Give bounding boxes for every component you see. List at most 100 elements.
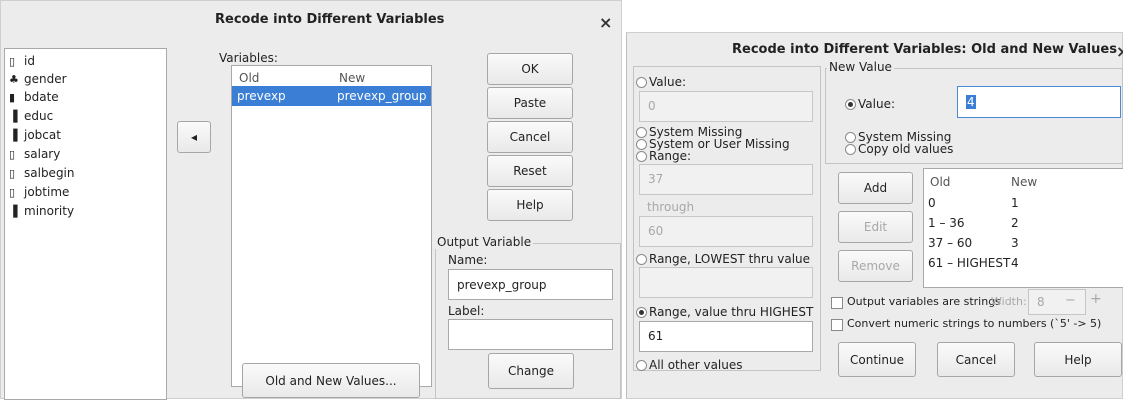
nominal-icon: ♣ bbox=[9, 73, 19, 86]
source-variable-label: bdate bbox=[24, 90, 59, 104]
source-variable-label: minority bbox=[24, 204, 75, 218]
col-new-header: New bbox=[339, 71, 366, 85]
name-input[interactable]: prevexp_group bbox=[448, 269, 613, 300]
left-arrow-icon: ◂ bbox=[190, 130, 198, 144]
range-lowest-label: Range, LOWEST thru value bbox=[649, 252, 811, 266]
scale-icon: ▯ bbox=[9, 55, 16, 68]
source-variable-item[interactable]: ▯ salary bbox=[9, 147, 60, 161]
old-value-input[interactable]: 0 bbox=[639, 91, 813, 122]
name-label: Name: bbox=[448, 253, 488, 267]
old-range-radio[interactable] bbox=[636, 151, 647, 162]
continue-button[interactable]: Continue bbox=[838, 342, 916, 377]
old-and-new-values-button[interactable]: Old and New Values... bbox=[242, 363, 420, 398]
scale-icon: ▯ bbox=[9, 148, 16, 161]
label-label: Label: bbox=[448, 304, 485, 318]
scale-icon: ▯ bbox=[9, 186, 16, 199]
table-row-new[interactable]: 4 bbox=[1011, 256, 1019, 270]
col-old-header: Old bbox=[239, 71, 260, 85]
remove-button[interactable]: Remove bbox=[838, 250, 913, 282]
range-lowest-radio[interactable] bbox=[636, 254, 647, 265]
variables-table[interactable] bbox=[231, 65, 432, 387]
source-variable-item[interactable]: ▐ minority bbox=[9, 204, 74, 218]
range-lowest-input[interactable] bbox=[639, 267, 813, 298]
dialog2-title: Recode into Different Variables: Old and… bbox=[732, 42, 1117, 57]
source-variable-label: gender bbox=[24, 72, 67, 86]
output-strings-checkbox[interactable] bbox=[831, 297, 843, 309]
scale-icon: ▯ bbox=[9, 167, 16, 180]
close-icon[interactable]: × bbox=[599, 13, 612, 32]
source-variable-label: educ bbox=[24, 109, 54, 123]
new-value-text: 4 bbox=[966, 95, 976, 109]
through-label: through bbox=[647, 200, 695, 214]
source-variable-item[interactable]: ♣ gender bbox=[9, 72, 67, 86]
new-value-input[interactable]: 4 bbox=[957, 86, 1121, 118]
width-increment-button[interactable]: + bbox=[1090, 291, 1102, 307]
width-label: Width: bbox=[991, 295, 1027, 308]
ordinal-icon: ▐ bbox=[9, 129, 18, 142]
source-variable-label: jobcat bbox=[24, 128, 61, 142]
ordinal-icon: ▐ bbox=[9, 110, 18, 123]
paste-button[interactable]: Paste bbox=[487, 87, 573, 119]
table-row-old[interactable]: 0 bbox=[928, 196, 936, 210]
cancel-button[interactable]: Cancel bbox=[937, 342, 1015, 377]
convert-numeric-checkbox[interactable] bbox=[831, 319, 843, 331]
width-input[interactable]: 8 bbox=[1028, 289, 1086, 315]
output-variable-label: Output Variable bbox=[435, 235, 534, 249]
help-button[interactable]: Help bbox=[487, 189, 573, 221]
old-new-values-dialog: Recode into Different Variables: Old and… bbox=[626, 32, 1123, 399]
label-input[interactable] bbox=[448, 319, 613, 350]
table-row-old[interactable]: 1 – 36 bbox=[928, 216, 965, 230]
old-system-missing-radio[interactable] bbox=[636, 127, 647, 138]
copy-old-values-label: Copy old values bbox=[858, 142, 954, 156]
new-value-radio[interactable] bbox=[845, 99, 856, 110]
source-variable-item[interactable]: ▯ id bbox=[9, 54, 35, 68]
row-old-value: prevexp bbox=[237, 89, 286, 103]
width-decrement-button[interactable]: − bbox=[1065, 293, 1076, 308]
output-strings-label: Output variables are strings bbox=[847, 295, 1001, 308]
ordinal-icon: ▐ bbox=[9, 205, 18, 218]
copy-old-values-radio[interactable] bbox=[845, 144, 856, 155]
add-button[interactable]: Add bbox=[838, 172, 913, 204]
edit-button[interactable]: Edit bbox=[838, 211, 913, 243]
table-row-old[interactable]: 37 – 60 bbox=[928, 236, 972, 250]
table-col-old: Old bbox=[930, 175, 951, 189]
table-row-new[interactable]: 2 bbox=[1011, 216, 1019, 230]
range-highest-input[interactable]: 61 bbox=[639, 321, 813, 352]
table-row-new[interactable]: 3 bbox=[1011, 236, 1019, 250]
table-row-new[interactable]: 1 bbox=[1011, 196, 1019, 210]
range-highest-radio[interactable] bbox=[636, 307, 647, 318]
source-variable-label: jobtime bbox=[24, 185, 70, 199]
range-to-input[interactable]: 60 bbox=[639, 216, 813, 247]
change-button[interactable]: Change bbox=[488, 353, 574, 389]
close-icon[interactable]: × bbox=[1116, 42, 1123, 61]
source-variable-item[interactable]: ▐ jobcat bbox=[9, 128, 61, 142]
new-system-missing-radio[interactable] bbox=[845, 132, 856, 143]
new-value-radio-label: Value: bbox=[858, 97, 895, 111]
old-value-radio-label: Value: bbox=[649, 75, 686, 89]
source-variable-item[interactable]: ▯ salbegin bbox=[9, 166, 75, 180]
recode-dialog: Recode into Different Variables × Variab… bbox=[0, 0, 622, 400]
cancel-button[interactable]: Cancel bbox=[487, 121, 573, 153]
source-variable-item[interactable]: ▐ educ bbox=[9, 109, 53, 123]
source-variable-label: id bbox=[24, 54, 35, 68]
table-col-new: New bbox=[1011, 175, 1038, 189]
source-variable-item[interactable]: ▮ bdate bbox=[9, 90, 59, 104]
source-variable-label: salbegin bbox=[24, 166, 75, 180]
table-row-old[interactable]: 61 – HIGHEST bbox=[928, 256, 1010, 270]
old-system-user-missing-radio[interactable] bbox=[636, 139, 647, 150]
reset-button[interactable]: Reset bbox=[487, 155, 573, 187]
source-variable-label: salary bbox=[24, 147, 61, 161]
move-arrow-button[interactable]: ◂ bbox=[177, 121, 211, 153]
all-other-values-label: All other values bbox=[649, 358, 743, 372]
range-from-input[interactable]: 37 bbox=[639, 164, 813, 195]
date-icon: ▮ bbox=[9, 91, 16, 104]
source-variable-item[interactable]: ▯ jobtime bbox=[9, 185, 69, 199]
all-other-values-radio[interactable] bbox=[636, 360, 647, 371]
row-new-value: prevexp_group bbox=[337, 89, 427, 103]
ok-button[interactable]: OK bbox=[487, 53, 573, 85]
old-value-radio[interactable] bbox=[636, 77, 647, 88]
convert-numeric-label: Convert numeric strings to numbers (`5' … bbox=[847, 317, 1102, 330]
range-highest-label: Range, value thru HIGHEST bbox=[649, 305, 814, 319]
help-button[interactable]: Help bbox=[1034, 342, 1122, 377]
old-range-label: Range: bbox=[649, 149, 692, 163]
